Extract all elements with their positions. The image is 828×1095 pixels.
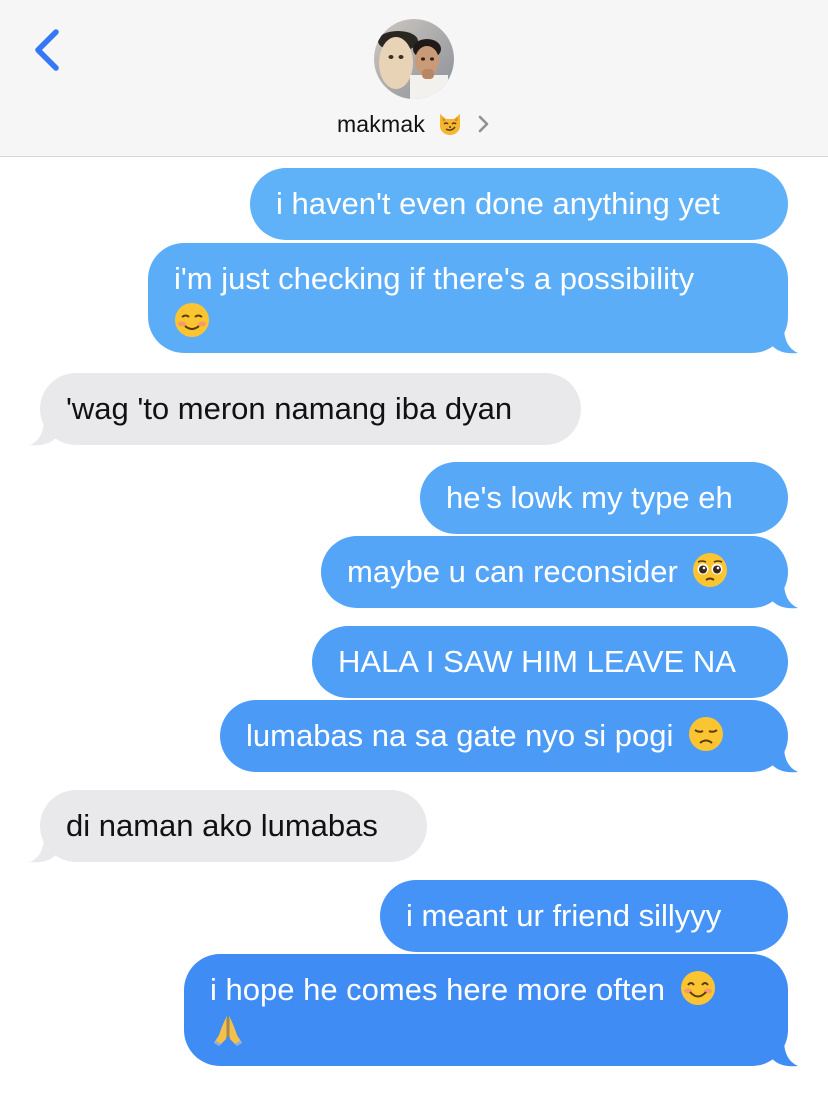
message-bubble-sent[interactable]: HALA I SAW HIM LEAVE NA <box>312 626 788 698</box>
disappointed-face-icon <box>689 717 724 751</box>
message-bubble-sent[interactable]: maybe u can reconsider <box>321 536 788 608</box>
message-text: i hope he comes here more often <box>210 972 665 1007</box>
smiling-face-icon <box>175 303 209 337</box>
chevron-left-icon <box>35 29 59 71</box>
message-text: di naman ako lumabas <box>66 808 378 843</box>
message-bubble-sent[interactable]: i hope he comes here more often <box>184 954 788 1066</box>
bubble-tail <box>30 419 58 446</box>
bubble-tail <box>770 582 798 609</box>
message-bubble-sent[interactable]: i'm just checking if there's a possibili… <box>148 243 788 353</box>
message-text: 'wag 'to meron namang iba dyan <box>66 391 513 426</box>
message-text: i'm just checking if there's a possibili… <box>174 261 695 296</box>
conversation-header: makmak <box>0 0 828 157</box>
bubble-tail <box>770 746 798 773</box>
bubble-tail <box>770 1040 798 1067</box>
contact-avatar[interactable] <box>374 19 454 99</box>
bubble-tail <box>770 327 798 354</box>
message-text: i meant ur friend sillyyy <box>406 898 722 933</box>
message-bubble-received[interactable]: 'wag 'to meron namang iba dyan <box>40 373 581 445</box>
message-bubble-sent[interactable]: he's lowk my type eh <box>420 462 788 534</box>
smiling-blush-face-icon <box>680 971 715 1005</box>
message-thread[interactable]: i haven't even done anything yet i'm jus… <box>0 157 828 1095</box>
message-text: i haven't even done anything yet <box>276 186 720 221</box>
back-button[interactable] <box>26 24 74 80</box>
contact-name: makmak <box>336 110 426 137</box>
folded-hands-icon <box>214 1016 242 1046</box>
bubble-tail <box>30 836 58 863</box>
contact-details-button[interactable]: makmak <box>0 106 828 142</box>
smirking-cat-icon <box>440 114 461 135</box>
message-bubble-sent[interactable]: i meant ur friend sillyyy <box>380 880 788 952</box>
chevron-right-icon <box>478 115 489 133</box>
message-text: maybe u can reconsider <box>347 554 678 589</box>
pleading-face-icon <box>693 553 728 587</box>
message-text: HALA I SAW HIM LEAVE NA <box>338 644 736 679</box>
message-bubble-received[interactable]: di naman ako lumabas <box>40 790 427 862</box>
message-text: he's lowk my type eh <box>446 480 733 515</box>
message-bubble-sent[interactable]: lumabas na sa gate nyo si pogi <box>220 700 788 772</box>
message-text: lumabas na sa gate nyo si pogi <box>246 718 674 753</box>
message-bubble-sent[interactable]: i haven't even done anything yet <box>250 168 788 240</box>
